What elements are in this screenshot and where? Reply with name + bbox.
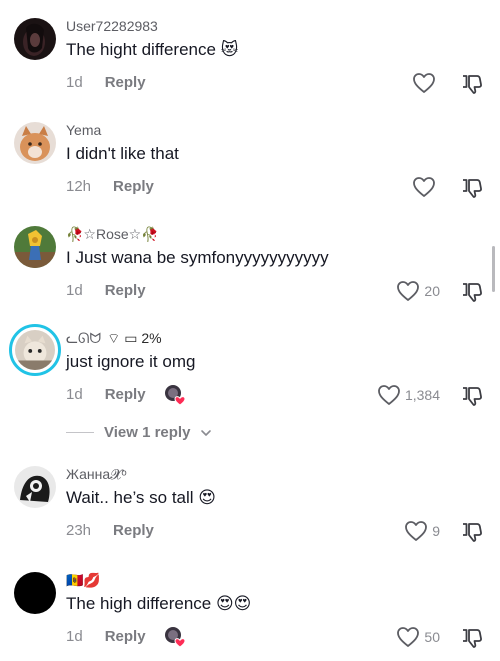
heart-icon	[405, 521, 428, 541]
comment-username[interactable]: 🇲🇩💋	[66, 572, 101, 589]
dislike-icon[interactable]	[460, 384, 484, 408]
chevron-down-icon	[201, 429, 212, 436]
dislike-icon[interactable]	[460, 520, 484, 544]
like-button[interactable]: 9	[404, 520, 440, 542]
like-button[interactable]: 50	[396, 626, 440, 648]
comment-meta: 1d Reply	[66, 627, 146, 647]
dislike-icon[interactable]	[460, 72, 484, 96]
avatar[interactable]	[14, 18, 56, 60]
comment-item: 🇲🇩💋 The high difference 😍😍 1d Reply 50	[0, 572, 490, 661]
reply-button[interactable]: Reply	[105, 74, 146, 91]
comment-time: 12h	[66, 178, 92, 195]
like-count: 9	[432, 523, 440, 539]
comment-meta: 12h Reply	[66, 177, 154, 197]
comment-username[interactable]: Yema	[66, 122, 101, 139]
reply-button[interactable]: Reply	[105, 282, 146, 299]
avatar[interactable]	[14, 466, 56, 508]
user-status: ⌔ ▭ 2%	[107, 330, 162, 346]
comment-item: ᓚᘏᗢ ⌔ ▭ 2% just ignore it omg 1d Reply 1,3…	[0, 324, 490, 430]
heart-icon	[378, 385, 400, 405]
username-text: ᓚᘏᗢ	[66, 330, 102, 346]
comment-username[interactable]: 🥀☆Rose☆🥀	[66, 226, 159, 243]
comment-text: I didn't like that	[66, 144, 179, 163]
scrollbar[interactable]	[492, 246, 495, 292]
comment-text: Wait.. he’s so tall 😍	[66, 488, 216, 507]
comment-item: Yema I didn't like that 12h Reply	[0, 122, 490, 222]
heart-icon	[397, 627, 420, 647]
avatar[interactable]	[14, 572, 56, 614]
comment-time: 1d	[66, 282, 83, 299]
comment-time: 1d	[66, 74, 83, 91]
reply-button[interactable]: Reply	[105, 386, 146, 403]
comment-meta: 1d Reply	[66, 281, 146, 301]
comment-time: 23h	[66, 522, 92, 539]
like-count: 20	[424, 283, 440, 299]
avatar[interactable]	[14, 122, 56, 164]
dislike-icon[interactable]	[460, 280, 484, 304]
like-button[interactable]	[412, 72, 440, 94]
divider	[66, 432, 94, 433]
comment-meta: 1d Reply	[66, 385, 146, 405]
avatar-story-ring[interactable]	[9, 324, 61, 376]
comment-time: 1d	[66, 628, 83, 645]
comment-text: The high difference 😍😍	[66, 594, 252, 613]
avatar[interactable]	[14, 226, 56, 268]
comment-item: User72282983 The hight difference 😻 1d Re…	[0, 18, 490, 118]
comment-meta: 1d Reply	[66, 73, 146, 93]
comment-username[interactable]: Жанна𝓧ᵒ	[66, 466, 127, 483]
comment-text: just ignore it omg	[66, 352, 196, 371]
comment-username[interactable]: User72282983	[66, 18, 158, 35]
creator-liked-badge	[165, 385, 186, 406]
dislike-icon[interactable]	[460, 626, 484, 650]
reply-button[interactable]: Reply	[113, 178, 154, 195]
heart-icon	[397, 281, 420, 301]
creator-liked-badge	[165, 627, 186, 648]
like-button[interactable]: 20	[396, 280, 440, 302]
comment-meta: 23h Reply	[66, 521, 154, 541]
reply-button[interactable]: Reply	[113, 522, 154, 539]
like-count: 1,384	[404, 387, 440, 403]
like-button[interactable]: 1,384	[377, 384, 440, 406]
dislike-icon[interactable]	[460, 176, 484, 200]
comment-item: 🥀☆Rose☆🥀 I Just wana be symfonyyyyyyyyyy…	[0, 226, 490, 326]
comment-text: The hight difference 😻	[66, 40, 239, 59]
comment-username[interactable]: ᓚᘏᗢ ⌔ ▭ 2%	[66, 330, 162, 347]
heart-icon	[413, 73, 435, 93]
comment-item: Жанна𝓧ᵒ Wait.. he’s so tall 😍 23h Reply 9	[0, 466, 490, 566]
comment-text: I Just wana be symfonyyyyyyyyyyy	[66, 248, 329, 267]
like-button[interactable]	[412, 176, 440, 198]
reply-button[interactable]: Reply	[105, 628, 146, 645]
heart-icon	[413, 177, 435, 197]
view-replies-label: View 1 reply	[104, 424, 191, 441]
like-count: 50	[424, 629, 440, 645]
view-replies-button[interactable]: View 1 reply	[66, 424, 212, 441]
comment-time: 1d	[66, 386, 83, 403]
